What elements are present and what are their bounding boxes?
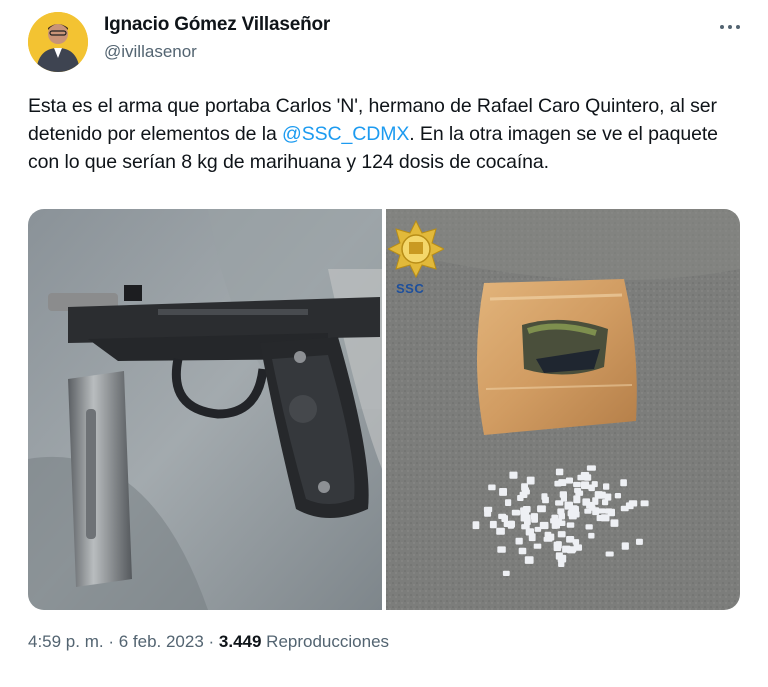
pill [560, 495, 567, 502]
pill [585, 524, 593, 530]
pill [605, 551, 614, 557]
ssc-logo: SSC [388, 219, 444, 309]
pill [539, 521, 549, 530]
author-handle[interactable]: @ivillasenor [104, 42, 197, 62]
pill [603, 483, 610, 490]
pill [555, 552, 563, 560]
pill [517, 495, 524, 501]
pill [588, 532, 595, 539]
pill [575, 490, 584, 496]
pill [554, 480, 562, 487]
author-name[interactable]: Ignacio Gómez Villaseñor [104, 14, 330, 36]
pill [557, 508, 565, 515]
pill [600, 514, 610, 522]
pill [502, 570, 510, 576]
pill [586, 465, 596, 471]
pill [566, 522, 575, 528]
pill [564, 501, 573, 510]
pill [562, 545, 571, 553]
pill [505, 499, 512, 506]
pill [602, 499, 609, 506]
pill [509, 471, 518, 479]
pill [515, 537, 523, 545]
pill [573, 495, 581, 504]
pill [589, 505, 596, 511]
pill [597, 508, 606, 514]
pill [543, 536, 553, 542]
pill [557, 520, 566, 526]
more-horizontal-icon [720, 25, 724, 29]
pill [518, 547, 527, 555]
pill [610, 519, 619, 527]
pill [533, 543, 542, 549]
pill [557, 531, 566, 538]
pill [544, 531, 552, 538]
pill [581, 481, 590, 489]
pill [524, 556, 534, 564]
pill [604, 508, 613, 514]
pill [496, 527, 505, 535]
pill [591, 481, 598, 488]
pill [636, 538, 643, 545]
more-options-button[interactable] [716, 14, 744, 38]
pill [558, 561, 565, 567]
pill [508, 520, 515, 528]
pill [582, 498, 591, 506]
pill [483, 506, 493, 513]
pill [542, 496, 549, 504]
pill [555, 468, 564, 476]
pill [522, 506, 531, 513]
tweet: Ignacio Gómez Villaseñor @ivillasenor Es… [0, 0, 768, 687]
tweet-date[interactable]: 6 feb. 2023 [119, 632, 204, 651]
ssc-label: SSC [396, 281, 425, 296]
pill [614, 493, 621, 499]
pill [497, 546, 506, 553]
pill [501, 515, 508, 522]
pill [580, 472, 590, 480]
pill [523, 514, 531, 522]
pill [525, 528, 534, 536]
pill [472, 521, 480, 530]
pill [526, 476, 535, 485]
meta-separator: · [103, 632, 119, 651]
pill [537, 506, 546, 512]
pill [489, 520, 497, 529]
pill [511, 509, 520, 516]
pill [620, 479, 627, 487]
pill [551, 523, 558, 529]
views-label: Reproducciones [261, 632, 390, 651]
pill [566, 536, 575, 543]
media-grid: SSC [28, 209, 740, 610]
more-horizontal-icon-dot [736, 25, 740, 29]
more-horizontal-icon-dot [728, 25, 732, 29]
photo-package[interactable]: SSC [386, 209, 740, 610]
pill [573, 481, 581, 488]
photo-pistol[interactable] [28, 209, 382, 610]
views-count: 3.449 [218, 632, 262, 651]
pill [573, 544, 582, 551]
tweet-time[interactable]: 4:59 p. m. [28, 632, 104, 651]
avatar[interactable] [28, 12, 88, 72]
pill [594, 491, 603, 498]
meta-separator: · [203, 632, 219, 651]
pill [572, 511, 580, 518]
pill [620, 505, 629, 512]
pill [531, 517, 538, 523]
tweet-text: Esta es el arma que portaba Carlos 'N', … [28, 92, 748, 176]
pill [572, 505, 579, 512]
pill [521, 487, 529, 493]
pill [499, 488, 507, 496]
pill [565, 477, 573, 484]
pill [621, 542, 629, 550]
pill [640, 500, 649, 507]
mention-link[interactable]: @SSC_CDMX [282, 123, 409, 145]
pill [488, 484, 496, 491]
tweet-meta: 4:59 p. m. · 6 feb. 2023 · 3.449 Reprodu… [28, 632, 389, 652]
pill [551, 514, 559, 523]
pill [555, 541, 562, 549]
